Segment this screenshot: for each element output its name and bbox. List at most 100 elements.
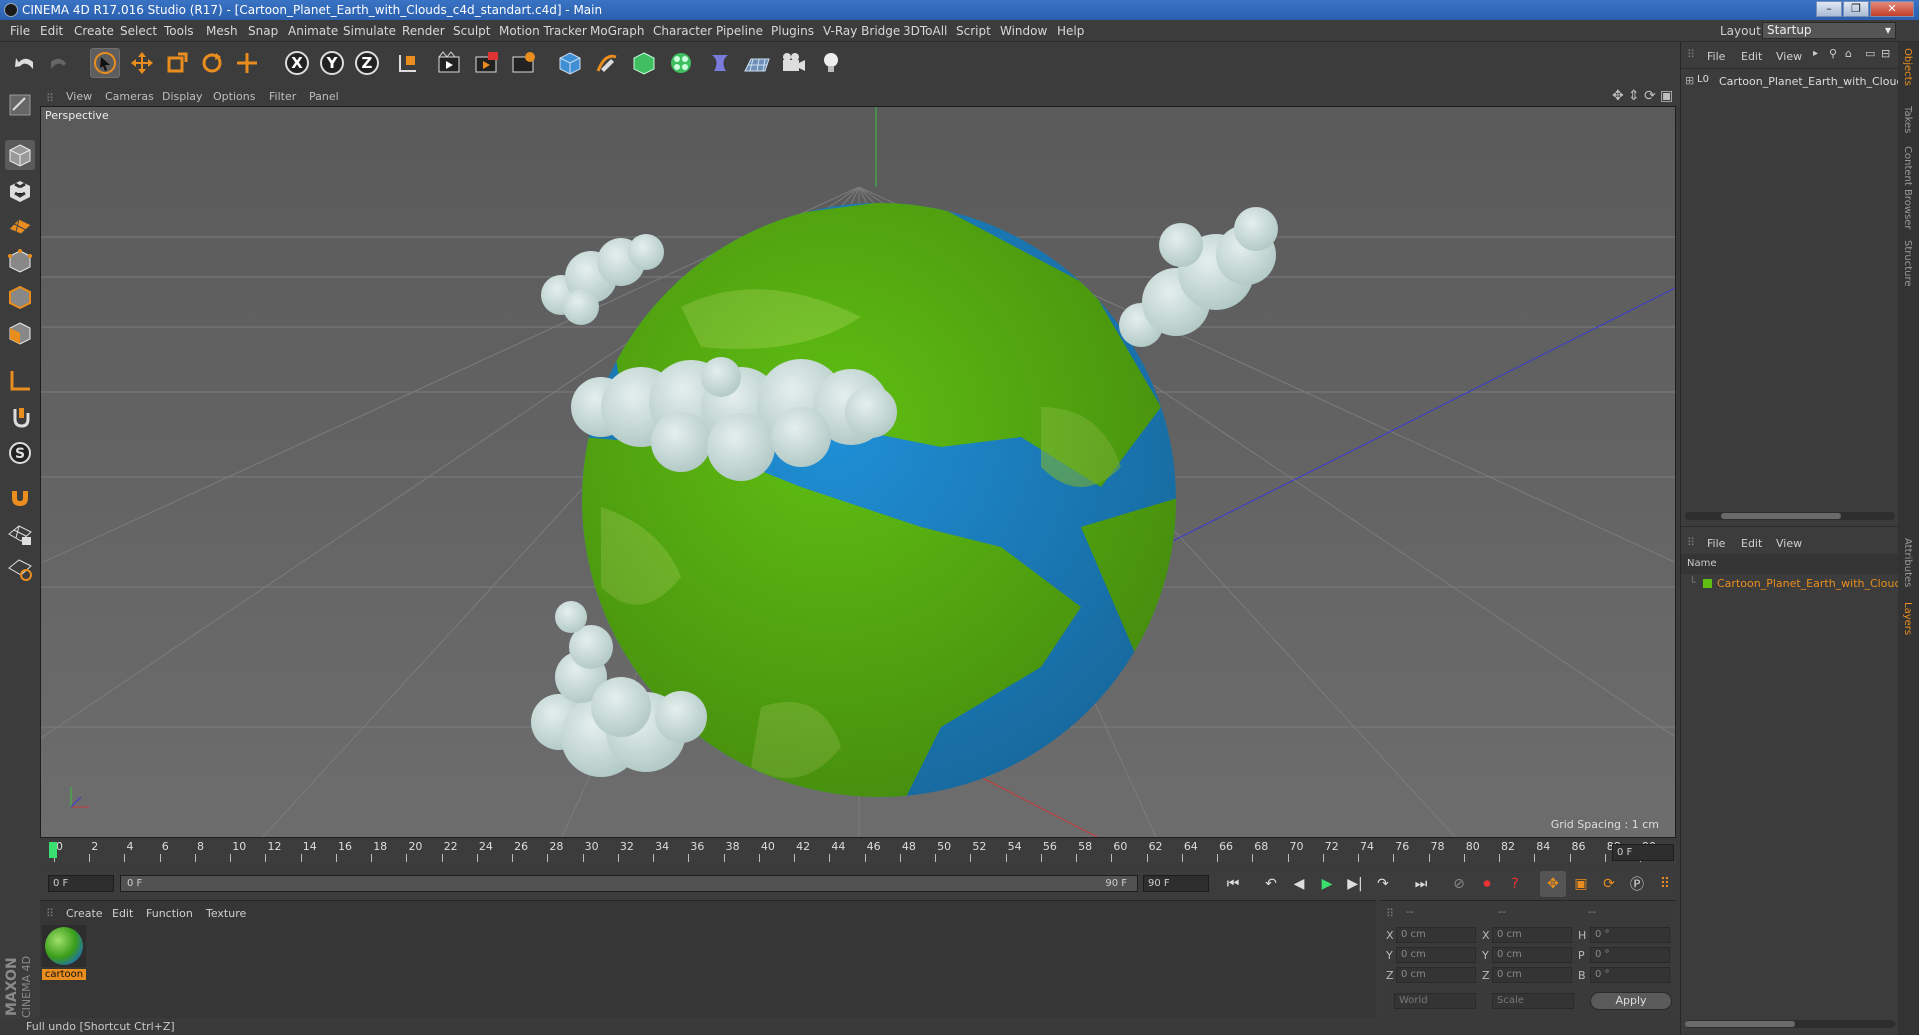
layers-menu-file[interactable]: File bbox=[1707, 537, 1725, 550]
menu-create[interactable]: Create bbox=[74, 24, 114, 38]
key-position-button[interactable]: ✥ bbox=[1540, 871, 1566, 897]
menu-snap[interactable]: Snap bbox=[248, 24, 278, 38]
menu-render[interactable]: Render bbox=[402, 24, 445, 38]
apply-button[interactable]: Apply bbox=[1590, 992, 1672, 1010]
viewport-menu-view[interactable]: View bbox=[66, 90, 92, 103]
tab-attributes[interactable]: Attributes bbox=[1902, 538, 1913, 587]
layer-row[interactable]: └ Cartoon_Planet_Earth_with_Clouc bbox=[1685, 576, 1901, 592]
menu-mesh[interactable]: Mesh bbox=[206, 24, 238, 38]
new-window-icon[interactable]: ⊟ bbox=[1881, 47, 1890, 60]
menu-vray-bridge[interactable]: V-Ray Bridge bbox=[823, 24, 900, 38]
menu-character[interactable]: Character bbox=[653, 24, 712, 38]
rotate-tool-button[interactable] bbox=[197, 48, 227, 78]
layers-menu-edit[interactable]: Edit bbox=[1741, 537, 1762, 550]
camera-button[interactable] bbox=[779, 48, 809, 78]
menu-select[interactable]: Select bbox=[120, 24, 157, 38]
autokey-button[interactable]: ⏺ bbox=[1474, 871, 1500, 897]
select-tool-button[interactable] bbox=[90, 48, 120, 78]
deformer-button[interactable] bbox=[705, 48, 735, 78]
tab-structure[interactable]: Structure bbox=[1902, 240, 1913, 287]
viewport-zoom-icon[interactable]: ⇕ bbox=[1628, 88, 1640, 104]
expand-icon[interactable]: ⊞ bbox=[1685, 74, 1694, 87]
menu-tools[interactable]: Tools bbox=[164, 24, 194, 38]
viewport-menu-options[interactable]: Options bbox=[213, 90, 255, 103]
menu-pipeline[interactable]: Pipeline bbox=[716, 24, 763, 38]
size-x-field[interactable]: 0 cm bbox=[1492, 927, 1572, 943]
scale-tool-button[interactable] bbox=[162, 48, 192, 78]
viewport-menu-filter[interactable]: Filter bbox=[269, 90, 296, 103]
menu-animate[interactable]: Animate bbox=[288, 24, 338, 38]
z-axis-toggle[interactable]: Z bbox=[352, 48, 382, 78]
key-pla-button[interactable]: ⠿ bbox=[1652, 871, 1678, 897]
menu-sculpt[interactable]: Sculpt bbox=[453, 24, 490, 38]
menu-motion-tracker[interactable]: Motion Tracker bbox=[499, 24, 587, 38]
position-z-field[interactable]: 0 cm bbox=[1396, 967, 1476, 983]
filter-icon[interactable]: ▭ bbox=[1865, 47, 1875, 60]
timeline-ruler[interactable]: 0 2 4 6 8 10 12 14 16 18 20 22 24 26 28 30 32 34 36 38 40 42 4… bbox=[40, 840, 1676, 864]
viewport-rotate-icon[interactable]: ⟳ bbox=[1644, 88, 1656, 104]
menu-mograph[interactable]: MoGraph bbox=[590, 24, 645, 38]
next-frame-button[interactable]: ▶| bbox=[1342, 871, 1368, 897]
snap-button[interactable] bbox=[5, 482, 35, 512]
tab-takes[interactable]: Takes bbox=[1902, 106, 1913, 133]
locked-workplane-button[interactable] bbox=[5, 520, 35, 550]
objects-menu-file[interactable]: File bbox=[1707, 50, 1725, 63]
frame-range-slider[interactable]: 0 F 90 F bbox=[120, 875, 1138, 892]
objects-menu-view[interactable]: View bbox=[1776, 50, 1802, 63]
material-menu-create[interactable]: Create bbox=[66, 907, 103, 920]
tab-content-browser[interactable]: Content Browser bbox=[1902, 146, 1913, 229]
timeline-playhead[interactable] bbox=[49, 842, 57, 858]
cloner-button[interactable] bbox=[666, 48, 696, 78]
close-button[interactable]: ✕ bbox=[1870, 1, 1914, 17]
key-parameter-button[interactable]: Ⓟ bbox=[1624, 871, 1650, 897]
position-y-field[interactable]: 0 cm bbox=[1396, 947, 1476, 963]
polygons-mode-button[interactable] bbox=[5, 318, 35, 348]
points-mode-button[interactable] bbox=[5, 246, 35, 276]
key-rotation-button[interactable]: ⟳ bbox=[1596, 871, 1622, 897]
light-button[interactable] bbox=[816, 48, 846, 78]
size-y-field[interactable]: 0 cm bbox=[1492, 947, 1572, 963]
coordinate-system-button[interactable] bbox=[392, 48, 422, 78]
material-menu-edit[interactable]: Edit bbox=[112, 907, 133, 920]
objects-menu-more-icon[interactable]: ▸ bbox=[1813, 48, 1818, 59]
render-settings-button[interactable] bbox=[509, 48, 539, 78]
previous-key-button[interactable]: ↶ bbox=[1258, 871, 1284, 897]
viewport-menu-cameras[interactable]: Cameras bbox=[105, 90, 154, 103]
minimize-button[interactable]: – bbox=[1816, 1, 1842, 17]
menu-simulate[interactable]: Simulate bbox=[343, 24, 396, 38]
menu-edit[interactable]: Edit bbox=[40, 24, 63, 38]
soft-selection-button[interactable]: S bbox=[5, 438, 35, 468]
redo-button[interactable] bbox=[44, 48, 74, 78]
position-x-field[interactable]: 0 cm bbox=[1396, 927, 1476, 943]
pen-spline-button[interactable] bbox=[592, 48, 622, 78]
3d-viewport[interactable]: Perspective Grid Spacing : 1 cm bbox=[40, 106, 1676, 838]
go-to-start-button[interactable]: ⏮ bbox=[1220, 871, 1246, 897]
tab-objects[interactable]: Objects bbox=[1902, 48, 1913, 86]
layout-dropdown[interactable]: Startup ▾ bbox=[1762, 22, 1896, 39]
move-tool-button[interactable] bbox=[127, 48, 157, 78]
live-select-button[interactable] bbox=[232, 48, 262, 78]
material-swatch[interactable]: cartoon bbox=[42, 925, 88, 985]
model-mode-button[interactable] bbox=[5, 140, 35, 170]
go-to-end-button[interactable]: ⏭ bbox=[1408, 871, 1434, 897]
home-icon[interactable]: ⌂ bbox=[1845, 47, 1852, 60]
subdivision-button[interactable] bbox=[629, 48, 659, 78]
size-z-field[interactable]: 0 cm bbox=[1492, 967, 1572, 983]
workplane-mode-button[interactable] bbox=[5, 210, 35, 240]
render-region-button[interactable] bbox=[472, 48, 502, 78]
next-key-button[interactable]: ↷ bbox=[1370, 871, 1396, 897]
current-frame-field[interactable]: 0 F bbox=[1612, 844, 1674, 861]
viewport-scene[interactable] bbox=[41, 107, 1676, 838]
render-view-button[interactable] bbox=[435, 48, 465, 78]
edges-mode-button[interactable] bbox=[5, 282, 35, 312]
viewport-menu-panel[interactable]: Panel bbox=[309, 90, 339, 103]
menu-plugins[interactable]: Plugins bbox=[771, 24, 814, 38]
viewport-move-icon[interactable]: ✥ bbox=[1612, 88, 1624, 104]
objects-menu-edit[interactable]: Edit bbox=[1741, 50, 1762, 63]
size-mode-dropdown[interactable]: Scale bbox=[1492, 993, 1574, 1009]
search-icon[interactable]: ⚲ bbox=[1829, 47, 1837, 60]
layers-scrollbar[interactable] bbox=[1685, 1020, 1895, 1028]
layers-menu-view[interactable]: View bbox=[1776, 537, 1802, 550]
key-scale-button[interactable]: ▣ bbox=[1568, 871, 1594, 897]
objects-scrollbar-thumb[interactable] bbox=[1721, 513, 1841, 519]
